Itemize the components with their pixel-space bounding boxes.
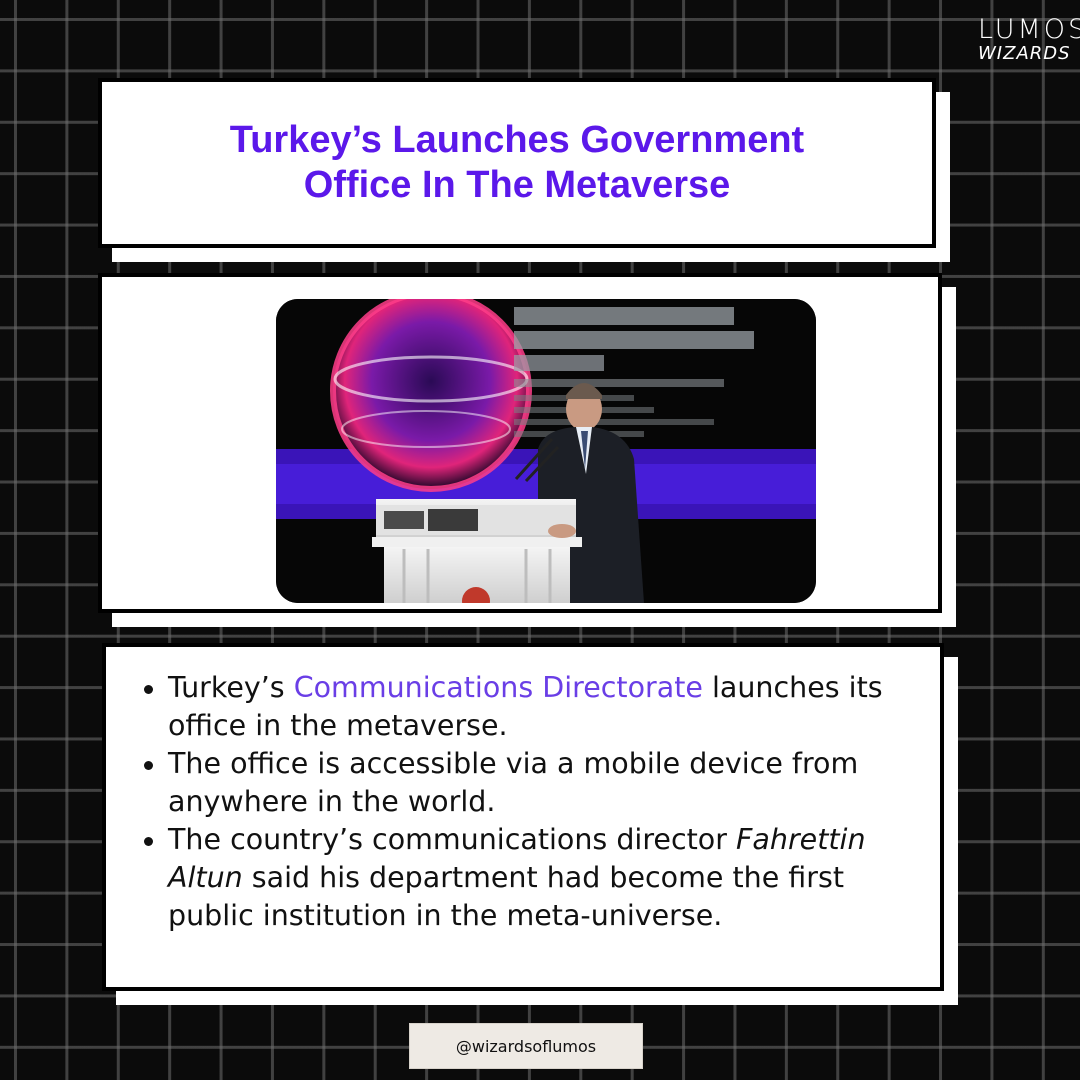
lumos-wizards-logo: LUMOS WIZARDS xyxy=(978,14,1080,64)
logo-line-2: WIZARDS xyxy=(978,43,1071,64)
social-handle-text: @wizardsoflumos xyxy=(455,1036,597,1056)
bullet-dot-icon xyxy=(144,837,153,846)
bullet-dot-icon xyxy=(144,761,153,770)
bullet-card: Turkey’s Communications Directorate laun… xyxy=(102,643,958,1005)
bullet-dot-icon xyxy=(144,685,153,694)
podium-speaker-photo xyxy=(276,299,816,603)
social-handle-badge[interactable]: @wizardsoflumos xyxy=(409,1023,643,1069)
title-card: Turkey’s Launches Government Office In T… xyxy=(98,78,950,262)
image-card xyxy=(98,273,956,627)
bullet-item: The office is accessible via a mobile de… xyxy=(144,745,928,821)
bullet-item: The country’s communications director Fa… xyxy=(144,821,928,935)
logo-line-1: LUMOS xyxy=(978,14,1080,45)
bullet-list: Turkey’s Communications Directorate laun… xyxy=(144,669,928,935)
highlight-text: Communications Directorate xyxy=(293,671,703,704)
podium-speaker-image xyxy=(276,299,816,603)
bullet-item: Turkey’s Communications Directorate laun… xyxy=(144,669,928,745)
page-title: Turkey’s Launches Government Office In T… xyxy=(229,119,805,206)
